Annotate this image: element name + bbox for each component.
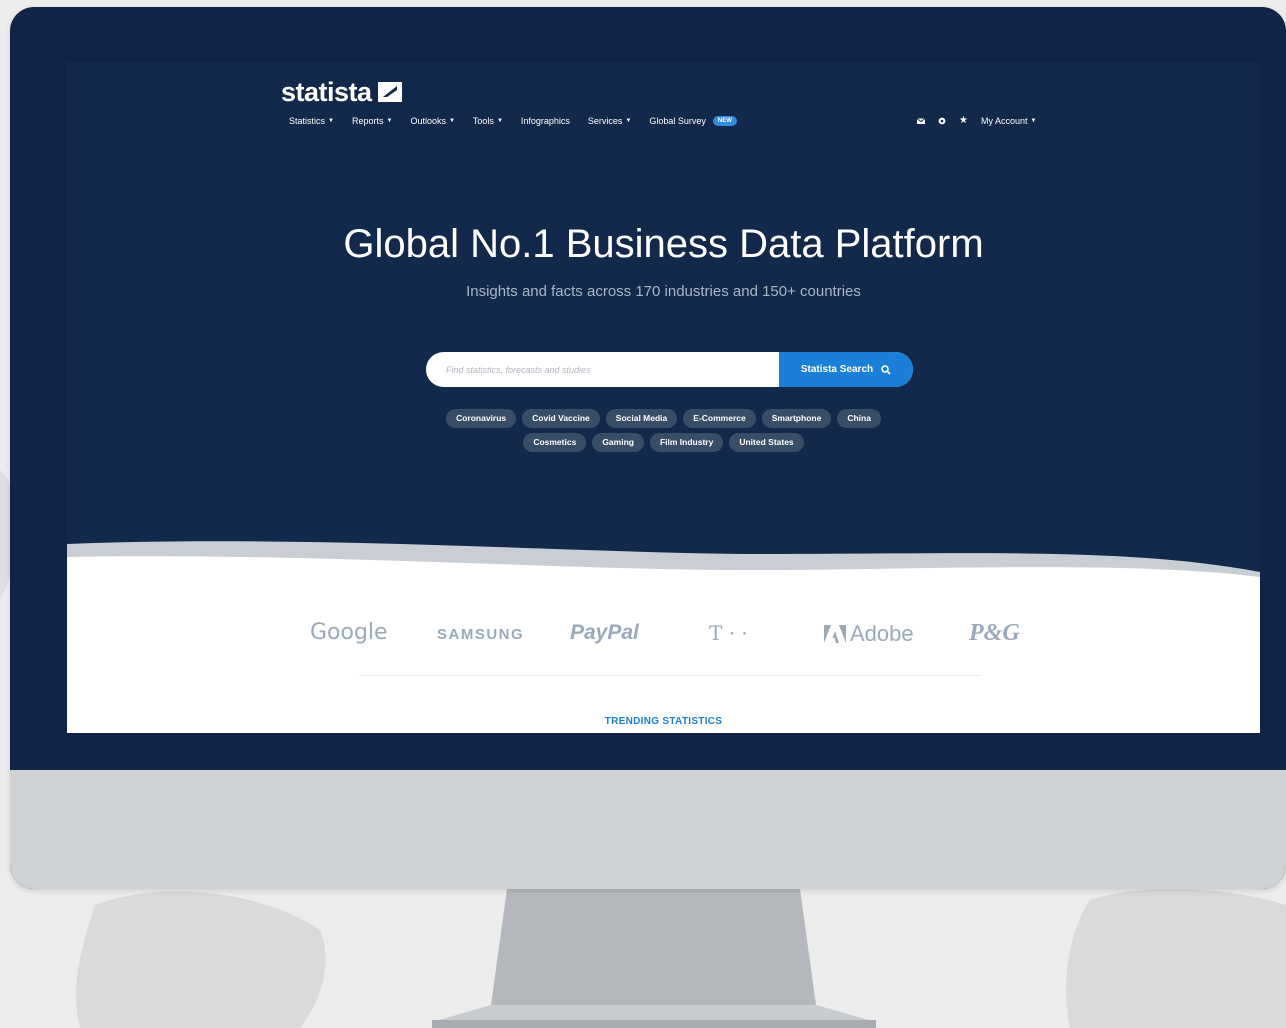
logo-text: statista xyxy=(281,76,372,107)
topic-tag[interactable]: Gaming xyxy=(592,433,644,452)
topic-tag[interactable]: Smartphone xyxy=(761,409,832,428)
nav-item-global-survey[interactable]: Global Survey NEW xyxy=(649,116,737,126)
gear-icon[interactable] xyxy=(938,117,946,125)
account-nav: ★ My Account ▼ xyxy=(917,114,1036,128)
nav-item-outlooks[interactable]: Outlooks ▼ xyxy=(410,116,454,126)
nav-label: Reports xyxy=(351,116,384,126)
browser-screen: statista Statistics ▼ Reports ▼ Outlooks ▼ … xyxy=(67,62,1260,733)
adobe-logo: Adobe xyxy=(824,621,914,647)
caret-down-icon: ▼ xyxy=(625,118,632,124)
trending-statistics-heading: TRENDING STATISTICS xyxy=(604,716,723,727)
topic-tag[interactable]: China xyxy=(837,409,881,428)
monitor-frame: statista Statistics ▼ Reports ▼ Outlooks ▼ … xyxy=(10,7,1286,889)
topic-tag[interactable]: E-Commerce xyxy=(683,409,756,428)
star-icon[interactable]: ★ xyxy=(959,116,968,126)
nav-label: Outlooks xyxy=(410,116,446,126)
search-input[interactable] xyxy=(426,352,779,387)
monitor-chin xyxy=(10,770,1286,889)
google-logo: Google xyxy=(310,620,388,645)
new-badge: NEW xyxy=(712,116,737,126)
my-account-menu[interactable]: My Account ▼ xyxy=(981,116,1036,126)
telekom-logo: T · · xyxy=(709,621,748,645)
topic-tag[interactable]: Cosmetics xyxy=(523,433,587,452)
nav-item-infographics[interactable]: Infographics xyxy=(521,116,570,126)
samsung-logo: SAMSUNG xyxy=(437,626,525,643)
section-divider xyxy=(359,675,981,676)
account-label: My Account xyxy=(980,116,1028,126)
mail-icon[interactable] xyxy=(917,117,925,125)
topic-tag[interactable]: Coronavirus xyxy=(446,409,517,428)
topic-tag[interactable]: Covid Vaccine xyxy=(522,409,600,428)
search-bar: Statista Search xyxy=(426,352,913,387)
statista-logo[interactable]: statista xyxy=(281,76,402,108)
nav-label: Infographics xyxy=(520,116,570,126)
nav-item-reports[interactable]: Reports ▼ xyxy=(352,116,392,126)
topic-tag[interactable]: Film Industry xyxy=(649,433,724,452)
caret-down-icon: ▼ xyxy=(496,118,503,124)
caret-down-icon: ▼ xyxy=(386,118,393,124)
caret-down-icon: ▼ xyxy=(448,118,455,124)
nav-label: Services xyxy=(587,116,623,126)
statista-logo-icon xyxy=(377,82,402,102)
pg-logo: P&G xyxy=(969,620,1020,646)
adobe-icon xyxy=(824,625,846,643)
popular-topics: Coronavirus Covid Vaccine Social Media E… xyxy=(67,409,1260,452)
caret-down-icon: ▼ xyxy=(328,118,334,124)
nav-item-statistics[interactable]: Statistics ▼ xyxy=(289,116,334,126)
adobe-text: Adobe xyxy=(850,621,914,646)
topic-tag[interactable]: United States xyxy=(729,433,804,452)
nav-label: Global Survey xyxy=(649,116,706,126)
topic-tag[interactable]: Social Media xyxy=(605,409,678,428)
nav-label: Statistics xyxy=(289,116,326,126)
nav-item-services[interactable]: Services ▼ xyxy=(588,116,631,126)
tag-row: Coronavirus Covid Vaccine Social Media E… xyxy=(446,409,881,428)
nav-label: Tools xyxy=(472,116,494,126)
search-button-label: Statista Search xyxy=(800,364,874,375)
paypal-logo: PayPal xyxy=(570,621,639,644)
search-icon xyxy=(881,364,891,375)
tag-row: Cosmetics Gaming Film Industry United St… xyxy=(523,433,804,452)
main-nav: Statistics ▼ Reports ▼ Outlooks ▼ Tools ▼ In… xyxy=(289,114,737,128)
page-title: Global No.1 Business Data Platform xyxy=(343,222,984,266)
nav-item-tools[interactable]: Tools ▼ xyxy=(473,116,503,126)
statista-search-button[interactable]: Statista Search xyxy=(779,352,913,387)
client-logos: Google SAMSUNG PayPal T · · Adobe P&G xyxy=(67,610,1260,660)
caret-down-icon: ▼ xyxy=(1030,118,1037,124)
page-subtitle: Insights and facts across 170 industries… xyxy=(466,283,861,300)
